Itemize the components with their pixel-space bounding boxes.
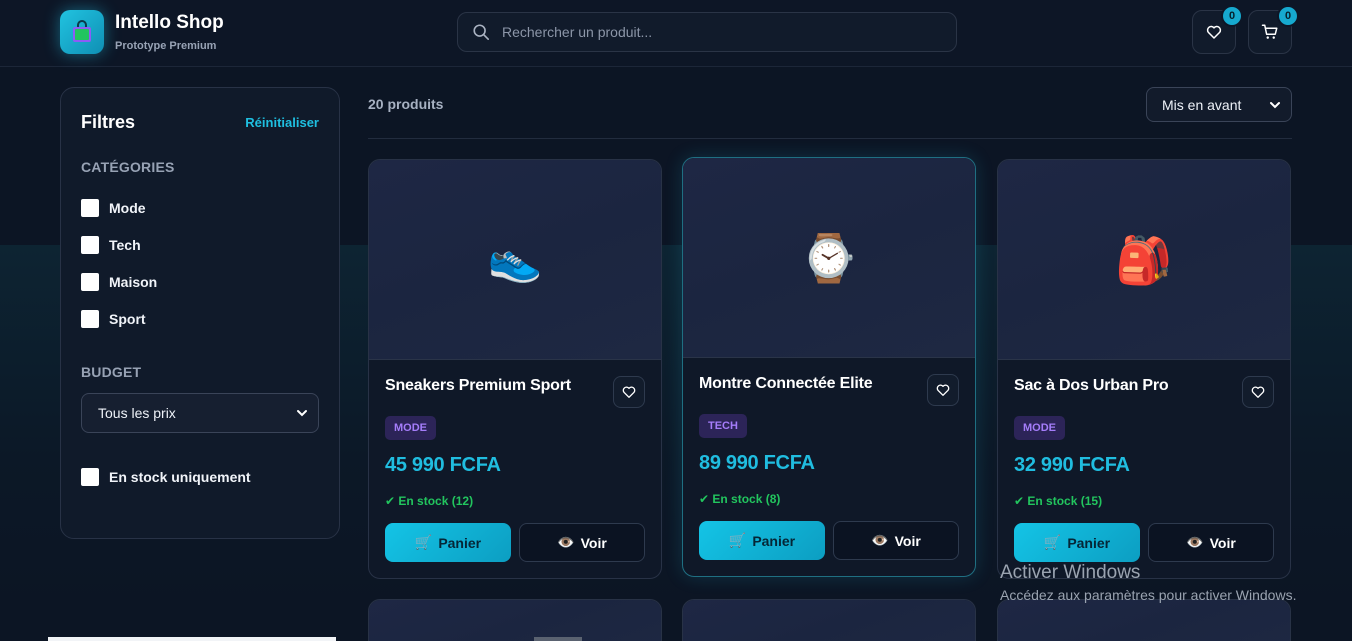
wishlist-button[interactable]: 0 bbox=[1192, 5, 1243, 54]
product-image[interactable] bbox=[998, 600, 1290, 641]
add-to-favorites-button[interactable] bbox=[1242, 376, 1274, 408]
category-label: Tech bbox=[109, 237, 141, 253]
scrollbar-thumb[interactable] bbox=[534, 637, 582, 641]
top-header: Intello Shop Prototype Premium 0 0 bbox=[0, 0, 1352, 67]
search-icon bbox=[473, 24, 490, 41]
stock-status: ✔ En stock (8) bbox=[699, 492, 781, 506]
category-mode-checkbox[interactable]: Mode bbox=[81, 199, 146, 217]
product-price: 89 990 FCFA bbox=[699, 452, 815, 474]
checkbox[interactable] bbox=[81, 273, 99, 291]
wishlist-count-badge: 0 bbox=[1221, 5, 1243, 27]
view-label: Voir bbox=[1209, 534, 1236, 551]
product-image[interactable]: 🎒 bbox=[998, 160, 1290, 360]
add-to-cart-button[interactable]: 🛒 Panier bbox=[1014, 523, 1140, 562]
category-label: Sport bbox=[109, 311, 146, 327]
add-to-cart-label: Panier bbox=[752, 532, 796, 549]
product-card[interactable] bbox=[997, 599, 1291, 641]
product-name[interactable]: Sac à Dos Urban Pro bbox=[1014, 377, 1169, 395]
product-card[interactable]: ⌚ Montre Connectée Elite TECH 89 990 FCF… bbox=[682, 157, 976, 577]
category-badge: MODE bbox=[1014, 416, 1065, 440]
product-name[interactable]: Sneakers Premium Sport bbox=[385, 377, 571, 395]
stock-status: ✔ En stock (12) bbox=[385, 494, 474, 508]
search-bar[interactable] bbox=[457, 12, 957, 52]
cart-button[interactable]: 0 bbox=[1248, 5, 1299, 54]
product-image[interactable]: 👟 bbox=[369, 160, 661, 360]
brand-subtitle: Prototype Premium bbox=[115, 40, 217, 52]
view-product-button[interactable]: 👁️ Voir bbox=[833, 521, 959, 560]
product-card[interactable] bbox=[682, 599, 976, 641]
cart-icon: 🛒 bbox=[1043, 534, 1062, 550]
category-tech-checkbox[interactable]: Tech bbox=[81, 236, 141, 254]
product-image[interactable] bbox=[369, 600, 661, 641]
view-product-button[interactable]: 👁️ Voir bbox=[519, 523, 645, 562]
windows-activation-title: Activer Windows bbox=[1000, 562, 1141, 583]
category-sport-checkbox[interactable]: Sport bbox=[81, 310, 146, 328]
budget-selected-value: Tous les prix bbox=[98, 405, 176, 421]
sort-selected-value: Mis en avant bbox=[1162, 96, 1242, 113]
cart-icon: 🛒 bbox=[728, 532, 747, 548]
category-badge: MODE bbox=[385, 416, 436, 440]
search-input[interactable] bbox=[490, 13, 956, 51]
add-to-cart-button[interactable]: 🛒 Panier bbox=[699, 521, 825, 560]
horizontal-scrollbar[interactable] bbox=[48, 637, 336, 641]
category-maison-checkbox[interactable]: Maison bbox=[81, 273, 157, 291]
view-label: Voir bbox=[894, 532, 921, 549]
product-price: 32 990 FCFA bbox=[1014, 454, 1130, 476]
heart-icon bbox=[936, 384, 950, 396]
heart-icon bbox=[622, 386, 636, 398]
filters-sidebar: Filtres Réinitialiser CATÉGORIES Mode Te… bbox=[60, 87, 340, 539]
checkbox[interactable] bbox=[81, 199, 99, 217]
product-card[interactable] bbox=[368, 599, 662, 641]
add-to-favorites-button[interactable] bbox=[927, 374, 959, 406]
heart-icon bbox=[1206, 25, 1222, 39]
checkbox[interactable] bbox=[81, 236, 99, 254]
eye-icon: 👁️ bbox=[871, 532, 889, 548]
sort-select[interactable]: Mis en avant bbox=[1146, 87, 1292, 122]
checkbox[interactable] bbox=[81, 310, 99, 328]
budget-select[interactable]: Tous les prix bbox=[81, 393, 319, 433]
stock-status: ✔ En stock (15) bbox=[1014, 494, 1103, 508]
checkbox[interactable] bbox=[81, 468, 99, 486]
eye-icon: 👁️ bbox=[557, 534, 575, 550]
category-badge: TECH bbox=[699, 414, 747, 438]
brand-title[interactable]: Intello Shop bbox=[115, 12, 224, 34]
backpack-icon: 🎒 bbox=[1115, 233, 1173, 286]
budget-heading: BUDGET bbox=[81, 364, 142, 380]
heart-icon bbox=[1251, 386, 1265, 398]
shopping-bag-icon[interactable] bbox=[60, 10, 104, 54]
toolbar-divider bbox=[368, 138, 1292, 139]
watch-icon: ⌚ bbox=[800, 231, 858, 284]
product-card[interactable]: 👟 Sneakers Premium Sport MODE 45 990 FCF… bbox=[368, 159, 662, 579]
add-to-cart-label: Panier bbox=[438, 534, 482, 551]
product-image[interactable] bbox=[683, 600, 975, 641]
category-label: Mode bbox=[109, 200, 146, 216]
chevron-down-icon bbox=[1270, 101, 1280, 108]
filters-title: Filtres bbox=[81, 112, 136, 132]
product-price: 45 990 FCFA bbox=[385, 454, 501, 476]
in-stock-label: En stock uniquement bbox=[109, 469, 251, 485]
product-image[interactable]: ⌚ bbox=[683, 158, 975, 358]
reset-filters-link[interactable]: Réinitialiser bbox=[245, 115, 319, 130]
product-name[interactable]: Montre Connectée Elite bbox=[699, 375, 873, 393]
categories-heading: CATÉGORIES bbox=[81, 159, 175, 175]
cart-count-badge: 0 bbox=[1277, 5, 1299, 27]
product-count: 20 produits bbox=[368, 96, 444, 112]
sneaker-icon: 👟 bbox=[487, 234, 543, 284]
product-card[interactable]: 🎒 Sac à Dos Urban Pro MODE 32 990 FCFA ✔… bbox=[997, 159, 1291, 579]
windows-activation-subtitle: Accédez aux paramètres pour activer Wind… bbox=[1000, 587, 1297, 603]
view-product-button[interactable]: 👁️ Voir bbox=[1148, 523, 1274, 562]
cart-icon: 🛒 bbox=[414, 534, 433, 550]
chevron-down-icon bbox=[297, 410, 307, 417]
in-stock-checkbox[interactable]: En stock uniquement bbox=[81, 468, 251, 486]
eye-icon: 👁️ bbox=[1186, 534, 1204, 550]
add-to-cart-label: Panier bbox=[1067, 534, 1111, 551]
cart-icon bbox=[1261, 24, 1278, 39]
add-to-favorites-button[interactable] bbox=[613, 376, 645, 408]
add-to-cart-button[interactable]: 🛒 Panier bbox=[385, 523, 511, 562]
category-label: Maison bbox=[109, 274, 158, 290]
view-label: Voir bbox=[580, 534, 607, 551]
